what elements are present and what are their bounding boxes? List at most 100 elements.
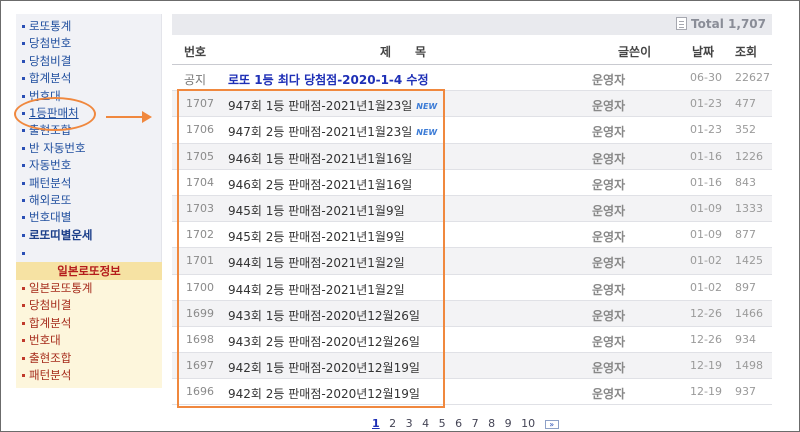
square-bullet-icon [22, 198, 25, 202]
square-bullet-icon [22, 373, 25, 377]
square-bullet-icon [22, 356, 25, 360]
column-header-title: 제 목 [380, 45, 427, 59]
japan-item-lotto-stats[interactable]: 일본로또통계 [16, 280, 162, 297]
japan-section-title: 일본로또정보 [16, 262, 162, 280]
row-date: 01-16 [690, 175, 722, 189]
row-date: 01-16 [690, 149, 722, 163]
page-link-9[interactable]: 9 [505, 417, 512, 430]
japan-item-sum-analysis[interactable]: 합계분석 [16, 315, 162, 332]
row-views: 937 [735, 385, 756, 399]
sidebar-item-label: 로또통계 [29, 19, 72, 33]
square-bullet-icon [22, 321, 25, 325]
total-count: Total 1,707 [676, 17, 766, 31]
japan-item-label: 당첨비결 [29, 298, 72, 313]
page-link-1[interactable]: 1 [372, 417, 380, 430]
notice-row: 공지 로또 1등 최다 당첨점-2020-1-4 수정 운영자 06-30 22… [172, 65, 772, 92]
document-icon [676, 17, 688, 30]
japan-item-number-range[interactable]: 번호대 [16, 332, 162, 349]
row-author: 운영자 [592, 361, 626, 376]
board-topbar: Total 1,707 [172, 14, 772, 35]
row-date: 12-26 [690, 306, 722, 320]
row-author: 운영자 [592, 99, 626, 114]
japan-item-label: 번호대 [29, 333, 61, 348]
sidebar-item-by-number-range[interactable]: 번호대별 [16, 209, 161, 226]
row-views: 477 [735, 97, 756, 111]
square-bullet-icon [22, 146, 25, 150]
row-date: 01-23 [690, 123, 722, 137]
row-date: 01-02 [690, 280, 722, 294]
sidebar: 로또통계 당첨번호 당첨비결 합계분석 번호대 1등판매처 출현조합 반 자동번… [16, 14, 162, 388]
column-header-views: 조회 [735, 45, 758, 59]
sidebar-item-label: 해외로또 [29, 192, 72, 207]
highlight-circle [14, 97, 96, 131]
square-bullet-icon [22, 252, 25, 256]
row-views: 1466 [735, 306, 763, 320]
pagination: 1 2 3 4 5 6 7 8 9 10 » [372, 417, 565, 430]
row-author: 운영자 [592, 308, 626, 323]
square-bullet-icon [22, 339, 25, 343]
sidebar-item-label: 반 자동번호 [29, 140, 86, 155]
row-views: 1333 [735, 201, 763, 215]
sidebar-item-semi-auto-numbers[interactable]: 반 자동번호 [16, 140, 161, 157]
japan-item-label: 합계분석 [29, 315, 72, 330]
table-header: 번호 제 목 글쓴이 날짜 조회 [172, 35, 772, 65]
japan-lotto-section: 일본로또정보 일본로또통계 당첨비결 합계분석 번호대 출현조합 패턴분석 [16, 262, 162, 388]
notice-title-link[interactable]: 로또 1등 최다 당첨점-2020-1-4 수정 [228, 71, 429, 88]
page-link-7[interactable]: 7 [472, 417, 479, 430]
row-views: 1226 [735, 149, 763, 163]
square-bullet-icon [22, 216, 25, 220]
row-date: 12-19 [690, 359, 722, 373]
column-header-date: 날짜 [692, 45, 715, 59]
square-bullet-icon [22, 164, 25, 168]
row-views: 897 [735, 280, 756, 294]
square-bullet-icon [22, 94, 25, 98]
page-link-2[interactable]: 2 [389, 417, 396, 430]
row-views: 1498 [735, 359, 763, 373]
square-bullet-icon [22, 287, 25, 290]
row-views: 1425 [735, 254, 763, 268]
sidebar-nav: 로또통계 당첨번호 당첨비결 합계분석 번호대 1등판매처 출현조합 반 자동번… [16, 18, 161, 260]
sidebar-spacer [16, 244, 161, 260]
row-views: 877 [735, 228, 756, 242]
row-date: 12-26 [690, 332, 722, 346]
sidebar-item-winning-secrets[interactable]: 당첨비결 [16, 53, 161, 70]
japan-item-winning-secrets[interactable]: 당첨비결 [16, 297, 162, 314]
sidebar-item-winning-numbers[interactable]: 당첨번호 [16, 35, 161, 52]
sidebar-item-label: 패턴분석 [29, 175, 72, 190]
total-label: Total [691, 17, 724, 31]
row-views: 843 [735, 175, 756, 189]
sidebar-item-pattern-analysis[interactable]: 패턴분석 [16, 175, 161, 192]
column-header-author: 글쓴이 [618, 45, 652, 59]
sidebar-item-label: 번호대별 [29, 210, 72, 225]
page-link-3[interactable]: 3 [406, 417, 413, 430]
row-author: 운영자 [592, 282, 626, 297]
row-views: 352 [735, 123, 756, 137]
page-link-5[interactable]: 5 [439, 417, 446, 430]
square-bullet-icon [22, 181, 25, 185]
japan-item-pattern-analysis[interactable]: 패턴분석 [16, 367, 162, 384]
row-date: 01-09 [690, 201, 722, 215]
japan-item-appearance-combo[interactable]: 출현조합 [16, 350, 162, 367]
page-link-10[interactable]: 10 [521, 417, 535, 430]
row-date: 01-23 [690, 97, 722, 111]
page-link-6[interactable]: 6 [455, 417, 462, 430]
sidebar-item-auto-numbers[interactable]: 자동번호 [16, 157, 161, 174]
row-author: 운영자 [592, 125, 626, 140]
row-author: 운영자 [592, 177, 626, 192]
row-views: 934 [735, 332, 756, 346]
page-link-8[interactable]: 8 [488, 417, 495, 430]
highlight-box [177, 89, 445, 408]
sidebar-item-overseas-lotto[interactable]: 해외로또 [16, 192, 161, 209]
double-chevron-right-icon[interactable]: » [544, 420, 559, 429]
sidebar-item-zodiac-fortune[interactable]: 로또띠별운세 [16, 227, 161, 244]
right-arrow-head-icon [142, 111, 152, 123]
sidebar-item-label: 당첨비결 [29, 53, 72, 68]
sidebar-item-sum-analysis[interactable]: 합계분석 [16, 70, 161, 87]
square-bullet-icon [22, 304, 25, 308]
square-bullet-icon [22, 25, 25, 28]
page-link-4[interactable]: 4 [422, 417, 429, 430]
notice-label: 공지 [184, 73, 207, 87]
sidebar-item-label: 합계분석 [29, 71, 72, 86]
row-views: 22627 [735, 71, 770, 84]
sidebar-item-lotto-stats[interactable]: 로또통계 [16, 18, 161, 35]
